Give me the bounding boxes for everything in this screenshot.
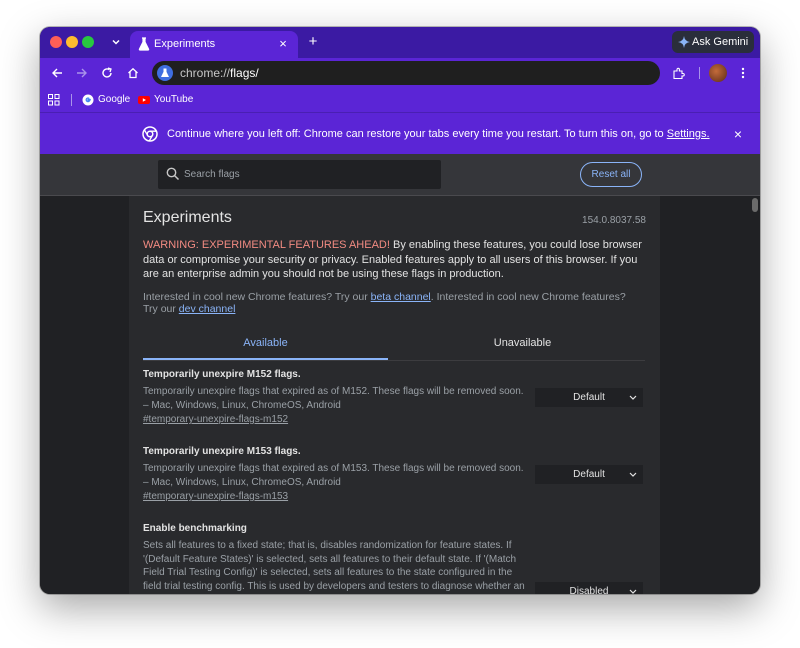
flag-permalink[interactable]: #temporary-unexpire-flags-m153 <box>143 490 645 503</box>
forward-icon[interactable] <box>73 64 91 82</box>
flags-header: Reset all <box>40 154 760 196</box>
experiments-panel: Experiments 154.0.8037.58 WARNING: EXPER… <box>129 196 660 594</box>
flag-description: Sets all features to a fixed state; that… <box>143 540 525 592</box>
flag-state-select[interactable]: Default <box>535 465 643 484</box>
chevron-down-icon <box>629 582 637 594</box>
google-icon <box>82 94 94 106</box>
search-flags-input[interactable] <box>184 164 434 185</box>
tab-available[interactable]: Available <box>143 326 388 360</box>
reset-all-button[interactable]: Reset all <box>580 162 642 187</box>
maximize-window-button[interactable] <box>82 36 94 48</box>
tab-experiments[interactable]: Experiments × <box>130 31 298 58</box>
flag-item: Temporarily unexpire M152 flags. Tempora… <box>143 369 645 426</box>
tab-title: Experiments <box>154 38 216 50</box>
flag-title: Temporarily unexpire M153 flags. <box>143 446 301 457</box>
flag-description: Temporarily unexpire flags that expired … <box>143 386 524 411</box>
flag-state-select[interactable]: Disabled <box>535 582 643 594</box>
profile-avatar[interactable] <box>709 64 727 82</box>
ask-gemini-label: Ask Gemini <box>692 36 749 48</box>
settings-link[interactable]: Settings. <box>667 128 710 140</box>
toolbar-divider <box>699 67 700 79</box>
flag-title: Temporarily unexpire M152 flags. <box>143 369 301 380</box>
extensions-icon[interactable] <box>669 64 687 82</box>
ask-gemini-button[interactable]: Ask Gemini <box>672 31 754 53</box>
url-text: chrome://flags/ <box>180 66 259 80</box>
version-label: 154.0.8037.58 <box>582 215 646 226</box>
back-icon[interactable] <box>48 64 66 82</box>
home-icon[interactable] <box>124 64 142 82</box>
close-window-button[interactable] <box>50 36 62 48</box>
flag-permalink[interactable]: #temporary-unexpire-flags-m152 <box>143 413 645 426</box>
youtube-icon <box>138 96 150 104</box>
scrollbar-thumb[interactable] <box>752 198 758 212</box>
beta-channel-link[interactable]: beta channel <box>371 291 431 303</box>
flag-item: Temporarily unexpire M153 flags. Tempora… <box>143 446 645 503</box>
new-tab-button[interactable]: + <box>304 33 322 51</box>
chrome-logo-icon <box>142 126 158 142</box>
apps-grid-icon[interactable] <box>48 94 60 106</box>
reload-icon[interactable] <box>98 64 116 82</box>
page-title: Experiments <box>143 209 232 226</box>
chevron-down-icon <box>629 388 637 414</box>
chrome-page-icon[interactable] <box>157 65 173 81</box>
tab-search-chevron-icon[interactable] <box>106 33 126 51</box>
bookmark-google[interactable]: Google <box>82 92 130 108</box>
tab-unavailable[interactable]: Unavailable <box>400 326 645 360</box>
infobar-message: Continue where you left off: Chrome can … <box>167 128 710 140</box>
bookmark-youtube[interactable]: YouTube <box>138 92 193 108</box>
search-box <box>158 160 441 189</box>
tab-strip: Experiments × + Ask Gemini <box>40 27 760 58</box>
browser-window: Experiments × + Ask Gemini chrome://flag… <box>40 27 760 594</box>
search-icon <box>166 167 180 181</box>
warning-label: WARNING: EXPERIMENTAL FEATURES AHEAD! <box>143 239 390 251</box>
flag-title: Enable benchmarking <box>143 523 247 534</box>
gemini-sparkle-icon <box>678 36 690 48</box>
bookmarks-bar: Google YouTube <box>40 88 760 112</box>
channel-promo-text: Interested in cool new Chrome features? … <box>143 291 626 315</box>
chevron-down-icon <box>629 465 637 491</box>
flask-icon <box>138 37 150 51</box>
address-bar[interactable]: chrome://flags/ <box>152 61 660 85</box>
menu-icon[interactable] <box>734 64 752 82</box>
flag-state-select[interactable]: Default <box>535 388 643 407</box>
warning-text: WARNING: EXPERIMENTAL FEATURES AHEAD! By… <box>143 239 642 280</box>
content-area: Experiments 154.0.8037.58 WARNING: EXPER… <box>40 196 760 594</box>
toolbar: chrome://flags/ <box>40 58 760 88</box>
infobar-close-icon[interactable]: × <box>730 125 746 143</box>
dev-channel-link[interactable]: dev channel <box>179 303 236 315</box>
tab-close-icon[interactable]: × <box>276 36 290 52</box>
flags-tabs: Available Unavailable <box>143 326 645 361</box>
restore-tabs-infobar: Continue where you left off: Chrome can … <box>40 112 760 154</box>
bookmarks-divider <box>71 94 72 106</box>
minimize-window-button[interactable] <box>66 36 78 48</box>
flag-item: Enable benchmarking Sets all features to… <box>143 523 645 594</box>
flag-description: Temporarily unexpire flags that expired … <box>143 463 524 488</box>
